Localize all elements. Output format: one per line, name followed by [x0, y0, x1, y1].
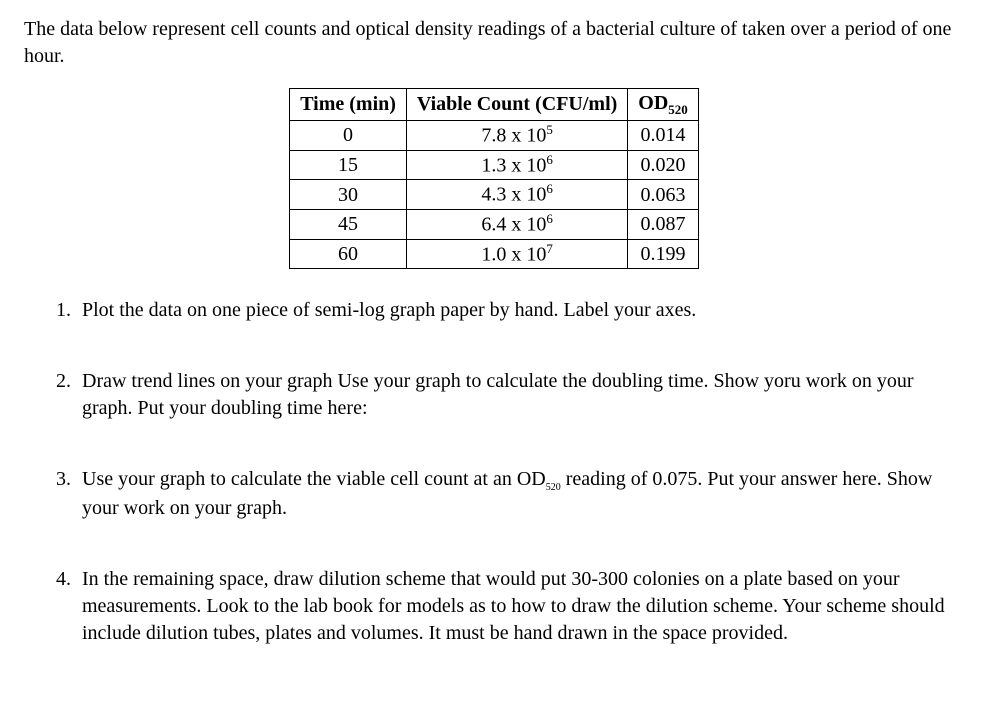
table-header-row: Time (min) Viable Count (CFU/ml) OD520: [290, 89, 699, 121]
count-base: 1.0 x 10: [481, 243, 546, 265]
cell-count: 1.0 x 107: [406, 239, 627, 269]
count-exp: 6: [546, 152, 553, 167]
count-base: 1.3 x 10: [481, 154, 546, 176]
cell-time: 60: [290, 239, 407, 269]
count-exp: 7: [546, 241, 553, 256]
question-3: Use your graph to calculate the viable c…: [76, 466, 964, 522]
data-table: Time (min) Viable Count (CFU/ml) OD520 0…: [289, 88, 699, 269]
header-time: Time (min): [290, 89, 407, 121]
header-od: OD520: [628, 89, 699, 121]
intro-paragraph: The data below represent cell counts and…: [24, 16, 964, 70]
q3-part-a: Use your graph to calculate the viable c…: [82, 468, 546, 490]
header-od-sub: 520: [668, 102, 688, 117]
count-base: 4.3 x 10: [481, 184, 546, 206]
cell-count: 7.8 x 105: [406, 120, 627, 150]
count-exp: 6: [546, 211, 553, 226]
cell-od: 0.020: [628, 150, 699, 180]
question-2: Draw trend lines on your graph Use your …: [76, 368, 964, 422]
table-row: 60 1.0 x 107 0.199: [290, 239, 699, 269]
table-row: 15 1.3 x 106 0.020: [290, 150, 699, 180]
header-count: Viable Count (CFU/ml): [406, 89, 627, 121]
q3-subscript: 520: [546, 482, 561, 493]
cell-time: 0: [290, 120, 407, 150]
cell-od: 0.087: [628, 209, 699, 239]
table-row: 45 6.4 x 106 0.087: [290, 209, 699, 239]
question-1: Plot the data on one piece of semi-log g…: [76, 297, 964, 324]
cell-count: 4.3 x 106: [406, 180, 627, 210]
cell-od: 0.199: [628, 239, 699, 269]
cell-od: 0.014: [628, 120, 699, 150]
count-exp: 5: [546, 122, 553, 137]
cell-time: 45: [290, 209, 407, 239]
header-od-prefix: OD: [638, 92, 668, 114]
table-row: 30 4.3 x 106 0.063: [290, 180, 699, 210]
count-base: 7.8 x 10: [481, 125, 546, 147]
table-row: 0 7.8 x 105 0.014: [290, 120, 699, 150]
count-base: 6.4 x 10: [481, 214, 546, 236]
count-exp: 6: [546, 181, 553, 196]
cell-count: 1.3 x 106: [406, 150, 627, 180]
question-4: In the remaining space, draw dilution sc…: [76, 566, 964, 647]
cell-od: 0.063: [628, 180, 699, 210]
question-list: Plot the data on one piece of semi-log g…: [24, 297, 964, 647]
cell-time: 30: [290, 180, 407, 210]
cell-count: 6.4 x 106: [406, 209, 627, 239]
cell-time: 15: [290, 150, 407, 180]
